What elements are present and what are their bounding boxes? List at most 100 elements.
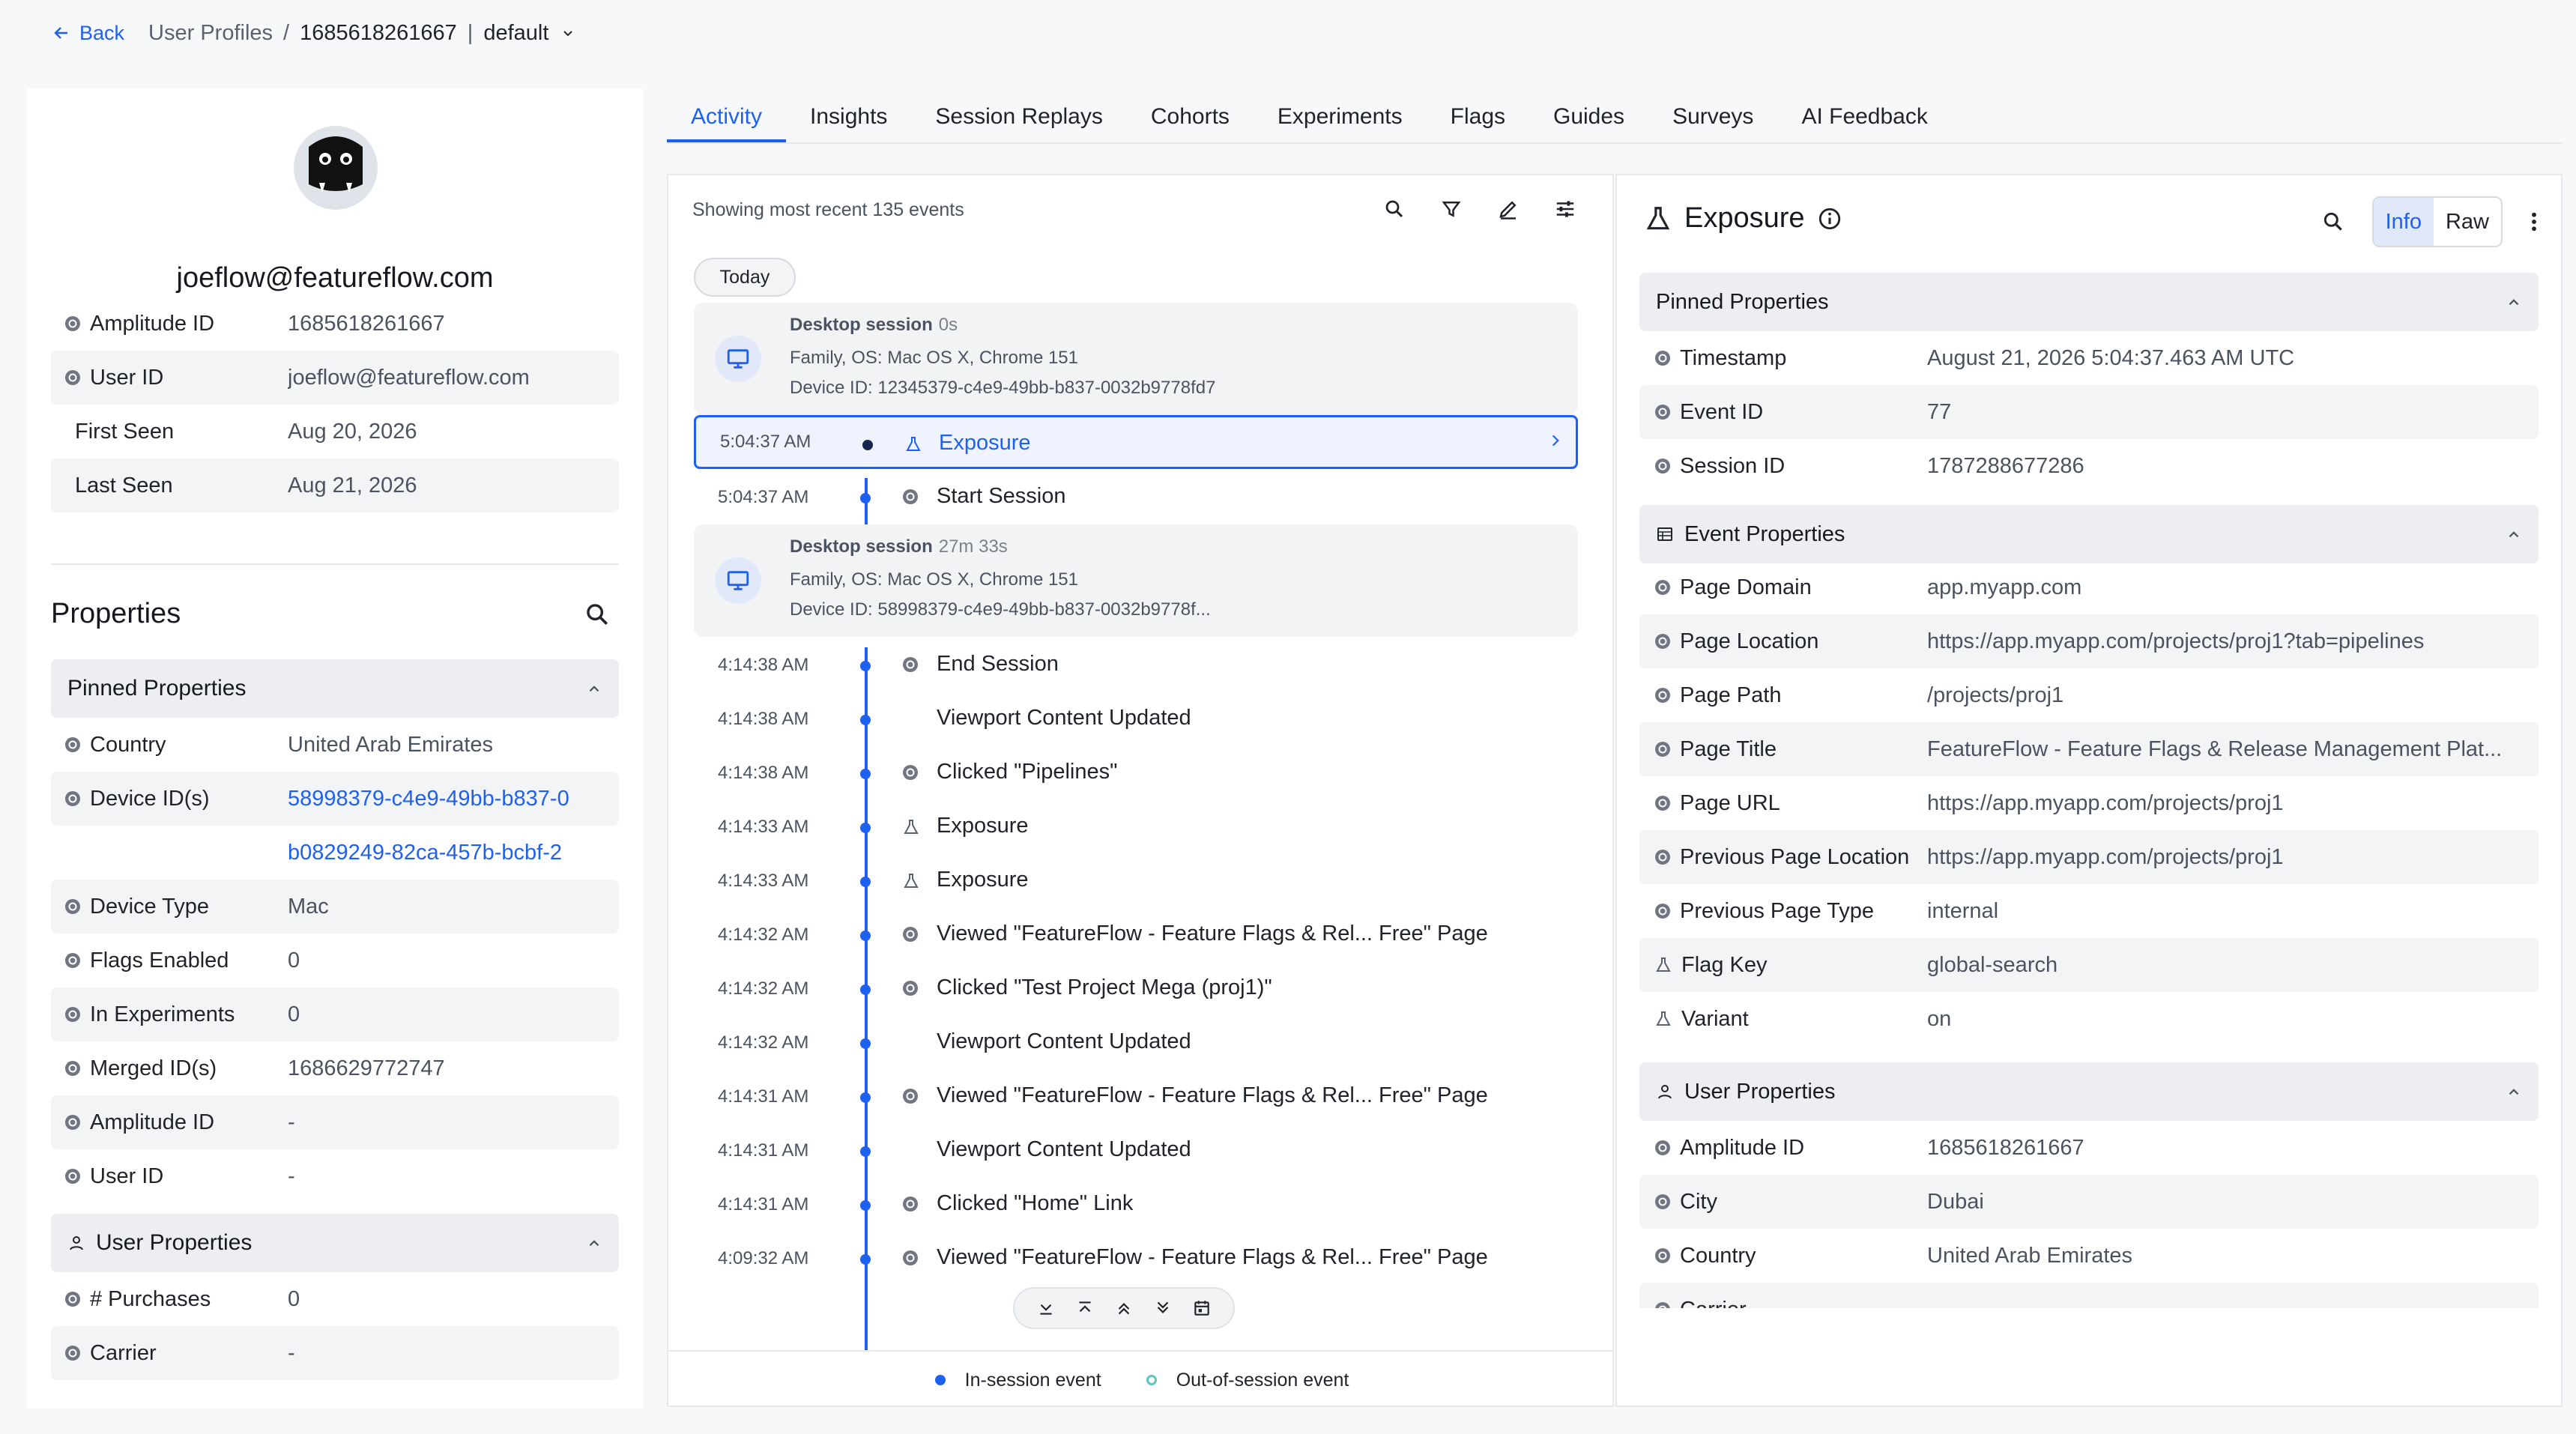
tab-surveys[interactable]: Surveys (1648, 90, 1777, 144)
property-label-wrap: User ID (51, 366, 288, 390)
event-row[interactable]: 4:09:32 AM Viewed "FeatureFlow - Feature … (694, 1232, 1578, 1286)
settings-sliders-icon[interactable] (1554, 198, 1576, 220)
globe-icon (65, 953, 80, 968)
chevron-up-icon (589, 686, 599, 692)
in-session-dot (860, 1092, 871, 1103)
property-value: Aug 21, 2026 (288, 473, 417, 497)
edit-icon[interactable] (1497, 198, 1520, 220)
tab-cohorts[interactable]: Cohorts (1127, 90, 1254, 144)
device-id-link[interactable]: 58998379-c4e9-49bb-b837-0 (288, 787, 569, 811)
event-row[interactable]: 5:04:37 AM Start Session (694, 471, 1578, 524)
globe-icon (1655, 1302, 1670, 1308)
back-link[interactable]: Back (52, 22, 124, 45)
scroll-to-bottom-icon[interactable] (1036, 1298, 1056, 1318)
double-chevron-up-icon[interactable] (1114, 1298, 1134, 1318)
in-session-dot (860, 823, 871, 833)
property-label-wrap: Country (51, 733, 288, 757)
event-row[interactable]: 4:14:38 AM Viewport Content Updated (694, 692, 1578, 746)
calendar-icon[interactable] (1192, 1298, 1212, 1318)
globe-icon (65, 1115, 80, 1130)
event-row[interactable]: 5:04:37 AM Exposure (694, 415, 1578, 469)
property-label: In Experiments (90, 1002, 235, 1026)
event-name: Viewed "FeatureFlow - Feature Flags & Re… (937, 1245, 1488, 1269)
event-row[interactable]: 4:14:31 AM Clicked "Home" Link (694, 1178, 1578, 1232)
user-properties-header[interactable]: User Properties (51, 1214, 619, 1272)
timeline-legend: In-session event Out-of-session event (668, 1350, 1612, 1406)
filter-icon[interactable] (1440, 198, 1463, 220)
event-row[interactable]: 4:14:32 AM Viewport Content Updated (694, 1016, 1578, 1070)
globe-icon (65, 316, 80, 331)
event-row[interactable]: 4:14:33 AM Exposure (694, 800, 1578, 854)
event-row[interactable]: 4:14:31 AM Viewport Content Updated (694, 1124, 1578, 1178)
event-row[interactable]: 4:14:32 AM Viewed "FeatureFlow - Feature … (694, 908, 1578, 962)
pinned-property-row: b0829249-82ca-457b-bcbf-2 (51, 826, 619, 880)
property-label-wrap: In Experiments (51, 1002, 288, 1027)
session-card[interactable]: Desktop session 0s Family, OS: Mac OS X, C… (694, 303, 1578, 415)
tab-experiments[interactable]: Experiments (1254, 90, 1427, 144)
event-row[interactable]: 4:14:32 AM Clicked "Test Project Mega (pr… (694, 962, 1578, 1016)
legend-out-label: Out-of-session event (1176, 1369, 1349, 1391)
globe-icon (903, 765, 918, 780)
double-chevron-down-icon[interactable] (1153, 1298, 1173, 1318)
project-dropdown[interactable]: default (483, 21, 575, 46)
scroll-controls (1013, 1287, 1235, 1329)
tab-bar: Activity Insights Session Replays Cohorts Ex… (667, 90, 1952, 144)
legend-in-session: In-session event (934, 1370, 1101, 1391)
scroll-to-top-icon[interactable] (1075, 1298, 1095, 1318)
session-card[interactable]: Desktop session 27m 33s Family, OS: Mac OS… (694, 524, 1578, 637)
tab-ai-feedback[interactable]: AI Feedback (1777, 90, 1951, 144)
tab-flags[interactable]: Flags (1427, 90, 1529, 144)
detail-property-row: Amplitude ID 1685618261667 (1639, 1121, 2539, 1175)
activity-panel: Showing most recent 135 events Today Des… (667, 174, 1614, 1407)
session-device-id: Device ID: 12345379-c4e9-49bb-b837-0032b… (790, 378, 1216, 398)
detail-property-row: Carrier (1639, 1283, 2539, 1308)
event-name: Viewport Content Updated (937, 1137, 1191, 1161)
tab-activity[interactable]: Activity (667, 90, 787, 144)
in-session-dot (862, 440, 873, 450)
session-device-id: Device ID: 58998379-c4e9-49bb-b837-0032b… (790, 599, 1211, 620)
property-value: 1685618261667 (288, 311, 445, 336)
device-id-link[interactable]: b0829249-82ca-457b-bcbf-2 (288, 841, 562, 865)
globe-icon (64, 1168, 81, 1185)
tab-insights[interactable]: Insights (786, 90, 911, 144)
property-label: User ID (90, 365, 164, 390)
property-label-wrap: Merged ID(s) (51, 1056, 288, 1081)
globe-icon-wrap (902, 980, 920, 998)
event-detail-panel: Exposure Info Raw Pinned Properties Time… (1615, 174, 2563, 1407)
breadcrumb-user-profiles[interactable]: User Profiles (148, 21, 273, 46)
globe-icon (65, 1169, 80, 1184)
out-session-dot-icon (1146, 1375, 1157, 1385)
session-device-info: Family, OS: Mac OS X, Chrome 151 (790, 348, 1078, 368)
monitor-icon (727, 571, 749, 590)
event-name: Viewport Content Updated (937, 1029, 1191, 1053)
tab-guides[interactable]: Guides (1529, 90, 1648, 144)
property-label: First Seen (75, 419, 175, 444)
search-icon[interactable] (584, 602, 610, 627)
session-duration: 0s (938, 315, 958, 335)
legend-out-session: Out-of-session event (1146, 1370, 1349, 1391)
in-session-dot (860, 661, 871, 671)
property-label: Amplitude ID (1680, 1135, 1805, 1160)
chevron-up-icon (589, 1240, 599, 1247)
property-label-wrap: Carrier (51, 1341, 288, 1366)
property-value: Aug 20, 2026 (288, 419, 417, 444)
globe-icon (903, 1250, 918, 1265)
profile-summary-row: Amplitude ID 1685618261667 (51, 297, 619, 351)
tab-session-replays[interactable]: Session Replays (911, 90, 1126, 144)
event-row[interactable]: 4:14:33 AM Exposure (694, 854, 1578, 908)
pinned-properties-header[interactable]: Pinned Properties (51, 659, 619, 718)
property-label-wrap: # Purchases (51, 1287, 288, 1312)
globe-icon (65, 899, 80, 914)
globe-icon (64, 1114, 81, 1131)
globe-icon (65, 737, 80, 752)
event-row[interactable]: 4:14:31 AM Viewed "FeatureFlow - Feature … (694, 1070, 1578, 1124)
event-row[interactable]: 4:14:38 AM End Session (694, 638, 1578, 692)
event-name: Exposure (939, 431, 1031, 455)
globe-icon (64, 1006, 81, 1023)
search-icon[interactable] (1383, 198, 1406, 220)
globe-icon-wrap (902, 926, 920, 944)
property-label: Country (90, 732, 166, 757)
property-label: Flags Enabled (90, 948, 229, 972)
event-row[interactable]: 4:14:38 AM Clicked "Pipelines" (694, 746, 1578, 800)
globe-icon (903, 1196, 918, 1211)
